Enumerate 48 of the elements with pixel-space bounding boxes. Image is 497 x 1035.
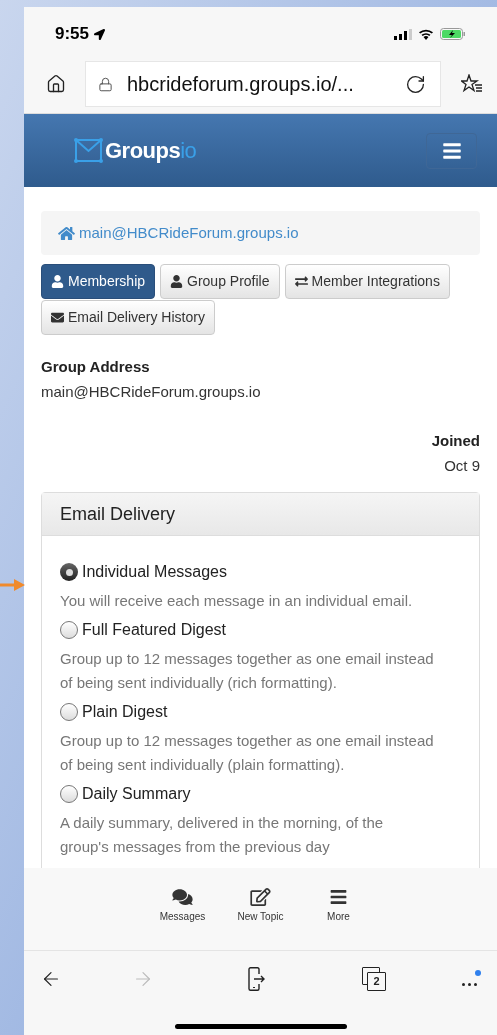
tab-button[interactable]: Email Delivery History bbox=[41, 300, 215, 335]
menu-icon bbox=[328, 888, 349, 906]
option-description: Group up to 12 messages together as one email instead of being sent individually (plain formatting). bbox=[60, 731, 435, 775]
tab-button[interactable]: Group Profile bbox=[160, 264, 280, 299]
menu-button[interactable] bbox=[426, 132, 477, 169]
battery-charging-icon bbox=[440, 28, 466, 40]
joined-label: Joined bbox=[431, 431, 480, 451]
pointer-arrow bbox=[0, 578, 25, 592]
envelope-logo-icon bbox=[74, 138, 103, 163]
tab-button[interactable]: Membership bbox=[41, 264, 156, 299]
option-description: A daily summary, delivered in the morning, of the group's messages from the previous day bbox=[60, 813, 385, 857]
option-description: Group up to 12 messages together as one email instead of being sent individually (rich formatting). bbox=[60, 649, 435, 693]
nav-item[interactable]: Messages bbox=[156, 888, 209, 950]
person-icon bbox=[170, 275, 184, 288]
panel-title: Email Delivery bbox=[60, 502, 176, 526]
person-icon bbox=[51, 275, 64, 288]
lock-icon bbox=[98, 76, 113, 92]
group-address-value: main@HBCRideForum.groups.io bbox=[41, 381, 262, 402]
house-icon bbox=[58, 225, 75, 241]
radio-button[interactable] bbox=[60, 563, 78, 581]
radio-option[interactable]: Full Featured Digest bbox=[60, 618, 227, 642]
reload-icon[interactable] bbox=[405, 73, 426, 95]
group-address-label: Group Address bbox=[41, 357, 151, 377]
envelope-icon bbox=[51, 311, 64, 324]
option-description: You will receive each message in an individual email. bbox=[60, 591, 414, 611]
location-arrow-icon bbox=[94, 28, 106, 40]
radio-button[interactable] bbox=[60, 703, 78, 721]
star-list-icon[interactable] bbox=[461, 74, 483, 94]
wifi-icon bbox=[418, 28, 434, 40]
radio-button[interactable] bbox=[60, 621, 78, 639]
clock-time: 9:55 bbox=[55, 23, 90, 46]
radio-option[interactable]: Plain Digest bbox=[60, 700, 168, 724]
radio-option[interactable]: Individual Messages bbox=[60, 560, 227, 584]
share-icon[interactable] bbox=[248, 966, 266, 991]
nav-item[interactable]: More bbox=[312, 888, 365, 950]
joined-date: Oct 9 bbox=[444, 455, 480, 476]
swap-arrows-icon bbox=[294, 275, 308, 288]
signal-icon bbox=[394, 28, 412, 40]
address-bar[interactable]: hbcrideforum.groups.io/... bbox=[85, 61, 441, 107]
chat-bubbles-icon bbox=[172, 888, 193, 906]
logo-text[interactable]: Groupsio bbox=[105, 134, 197, 167]
radio-option[interactable]: Daily Summary bbox=[60, 782, 191, 806]
home-icon[interactable] bbox=[46, 74, 66, 94]
tab-button[interactable]: Member Integrations bbox=[284, 264, 450, 299]
url-text: hbcrideforum.groups.io/... bbox=[127, 72, 354, 97]
more-options-button[interactable] bbox=[462, 969, 481, 988]
nav-item[interactable]: New Topic bbox=[234, 888, 287, 950]
radio-button[interactable] bbox=[60, 785, 78, 803]
